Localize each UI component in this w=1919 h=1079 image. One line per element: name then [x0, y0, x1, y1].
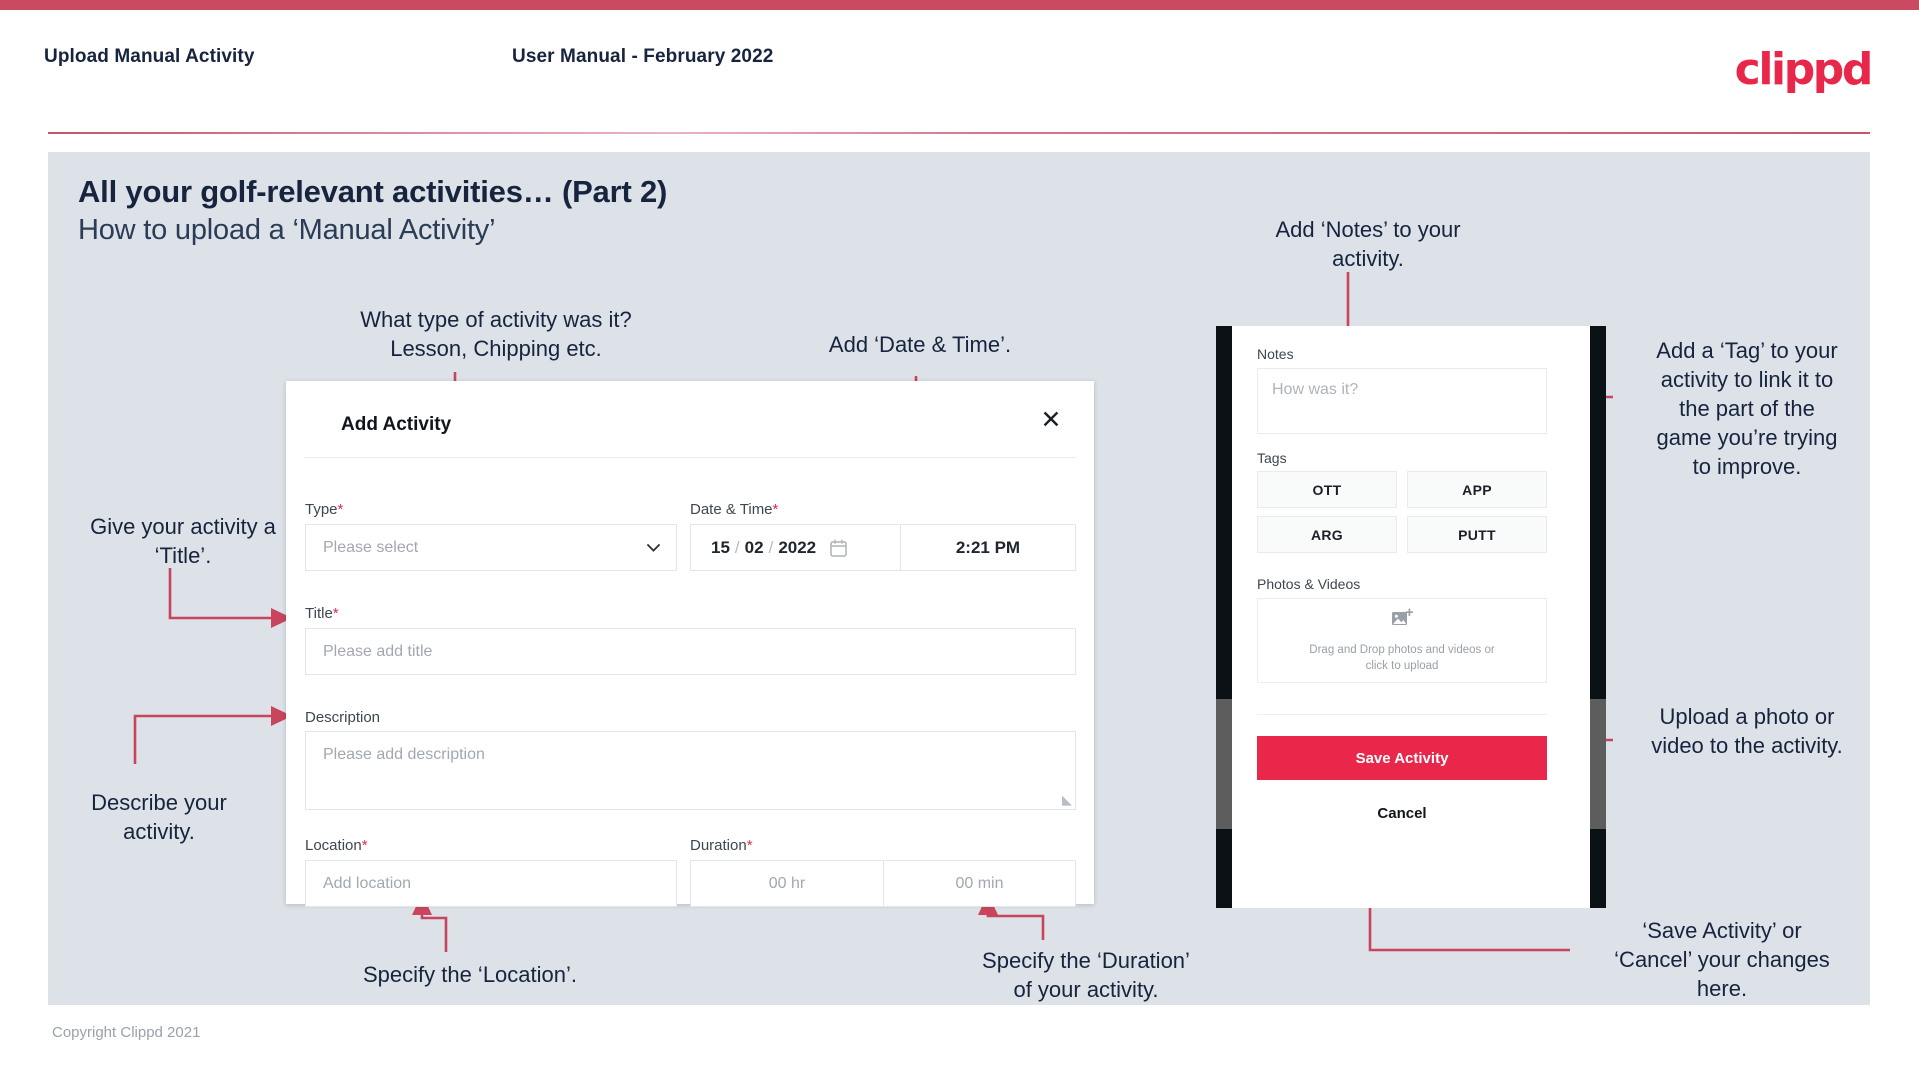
location-input[interactable]: Add location: [305, 860, 677, 907]
dropzone-line-1: Drag and Drop photos and videos or: [1309, 643, 1495, 656]
add-image-icon: [1391, 607, 1414, 633]
copyright-footer: Copyright Clippd 2021: [52, 1024, 201, 1041]
type-required-mark: *: [337, 501, 344, 518]
duration-required-mark: *: [746, 837, 753, 854]
title-placeholder: Please add title: [323, 642, 433, 660]
tag-arg-button[interactable]: ARG: [1257, 516, 1397, 553]
date-sep-1: /: [734, 537, 740, 557]
dialog-divider: [304, 457, 1076, 458]
annotation-title: Give your activity a ‘Title’.: [90, 514, 276, 568]
location-required-mark: *: [361, 837, 368, 854]
annotation-notes: Add ‘Notes’ to your activity.: [1275, 217, 1461, 271]
notes-label: Notes: [1257, 346, 1294, 362]
close-icon[interactable]: ✕: [1034, 403, 1068, 437]
annotation-type: What type of activity was it? Lesson, Ch…: [360, 307, 632, 361]
type-select[interactable]: Please select: [305, 524, 677, 571]
datetime-field[interactable]: 15 / 02 / 2022 2:21 PM: [690, 524, 1076, 571]
datetime-required-mark: *: [772, 501, 779, 518]
phone-volume-button-left: [1216, 699, 1232, 829]
title-required-mark: *: [332, 605, 339, 622]
resize-grip-icon[interactable]: ◢: [1062, 792, 1072, 808]
page-header: Upload Manual Activity User Manual - Feb…: [0, 10, 1919, 134]
date-year: 2022: [778, 537, 817, 557]
tag-putt-button[interactable]: PUTT: [1407, 516, 1547, 553]
phone-mockup: Notes How was it? Tags OTT APP ARG PUTT …: [1216, 326, 1606, 908]
annotation-duration: Specify the ‘Duration’ of your activity.: [982, 948, 1190, 1002]
tag-app-button[interactable]: APP: [1407, 471, 1547, 508]
location-placeholder: Add location: [323, 874, 412, 892]
page-subtitle: How to upload a ‘Manual Activity’: [78, 214, 496, 246]
description-label: Description: [305, 709, 381, 726]
annotation-photos: Upload a photo or video to the activity.: [1651, 704, 1843, 758]
photos-label: Photos & Videos: [1257, 576, 1361, 592]
photo-dropzone[interactable]: Drag and Drop photos and videos or click…: [1257, 598, 1547, 683]
save-activity-button[interactable]: Save Activity: [1257, 736, 1547, 780]
phone-volume-button-right: [1590, 699, 1606, 829]
header-left-title: Upload Manual Activity: [44, 46, 255, 67]
duration-label: Duration*: [690, 837, 753, 854]
annotation-save: ‘Save Activity’ or ‘Cancel’ your changes…: [1614, 918, 1830, 1001]
date-sep-2: /: [768, 537, 774, 557]
datetime-label: Date & Time*: [690, 501, 778, 518]
title-input[interactable]: Please add title: [305, 628, 1076, 675]
title-label-text: Title: [305, 605, 333, 622]
calendar-icon[interactable]: [830, 538, 847, 557]
annotation-tags: Add a ‘Tag’ to your activity to link it …: [1656, 338, 1838, 479]
date-input[interactable]: 15 / 02 / 2022: [691, 525, 900, 570]
dropzone-line-2: click to upload: [1365, 659, 1439, 672]
type-label: Type*: [305, 501, 343, 518]
add-activity-dialog: Add Activity ✕ Type* Please select Date …: [286, 381, 1094, 907]
description-placeholder: Please add description: [323, 746, 485, 763]
cancel-button[interactable]: Cancel: [1257, 791, 1547, 835]
dialog-title: Add Activity: [341, 414, 452, 435]
slide-root: Upload Manual Activity User Manual - Feb…: [0, 0, 1919, 1079]
top-accent-bar: [0, 0, 1919, 10]
phone-screen: Notes How was it? Tags OTT APP ARG PUTT …: [1232, 326, 1590, 908]
datetime-label-text: Date & Time: [690, 501, 773, 518]
date-day: 15: [711, 537, 730, 557]
tag-ott-button[interactable]: OTT: [1257, 471, 1397, 508]
duration-label-text: Duration: [690, 837, 747, 854]
time-input[interactable]: 2:21 PM: [899, 525, 1075, 570]
annotation-location: Specify the ‘Location’.: [362, 962, 578, 987]
dropzone-text: Drag and Drop photos and videos or click…: [1309, 642, 1494, 674]
annotation-description: Describe your activity.: [91, 790, 227, 844]
chevron-down-icon: [647, 543, 660, 552]
notes-placeholder: How was it?: [1272, 381, 1359, 398]
header-center-title: User Manual - February 2022: [512, 46, 774, 67]
tags-label: Tags: [1257, 450, 1287, 466]
page-title: All your golf-relevant activities… (Part…: [78, 174, 668, 209]
title-label: Title*: [305, 605, 339, 622]
duration-field: 00 hr 00 min: [690, 860, 1076, 907]
location-label: Location*: [305, 837, 368, 854]
type-label-text: Type: [305, 501, 338, 518]
annotation-datetime: Add ‘Date & Time’.: [828, 332, 1012, 357]
description-textarea[interactable]: Please add description ◢: [305, 731, 1076, 810]
duration-minutes-input[interactable]: 00 min: [883, 861, 1075, 906]
type-placeholder: Please select: [323, 538, 419, 556]
phone-divider: [1257, 714, 1547, 715]
header-divider: [48, 132, 1870, 134]
date-month: 02: [744, 537, 764, 557]
notes-input[interactable]: How was it?: [1257, 368, 1547, 434]
clippd-logo: clippd: [1734, 44, 1874, 95]
duration-hours-input[interactable]: 00 hr: [691, 861, 883, 906]
location-label-text: Location: [305, 837, 362, 854]
